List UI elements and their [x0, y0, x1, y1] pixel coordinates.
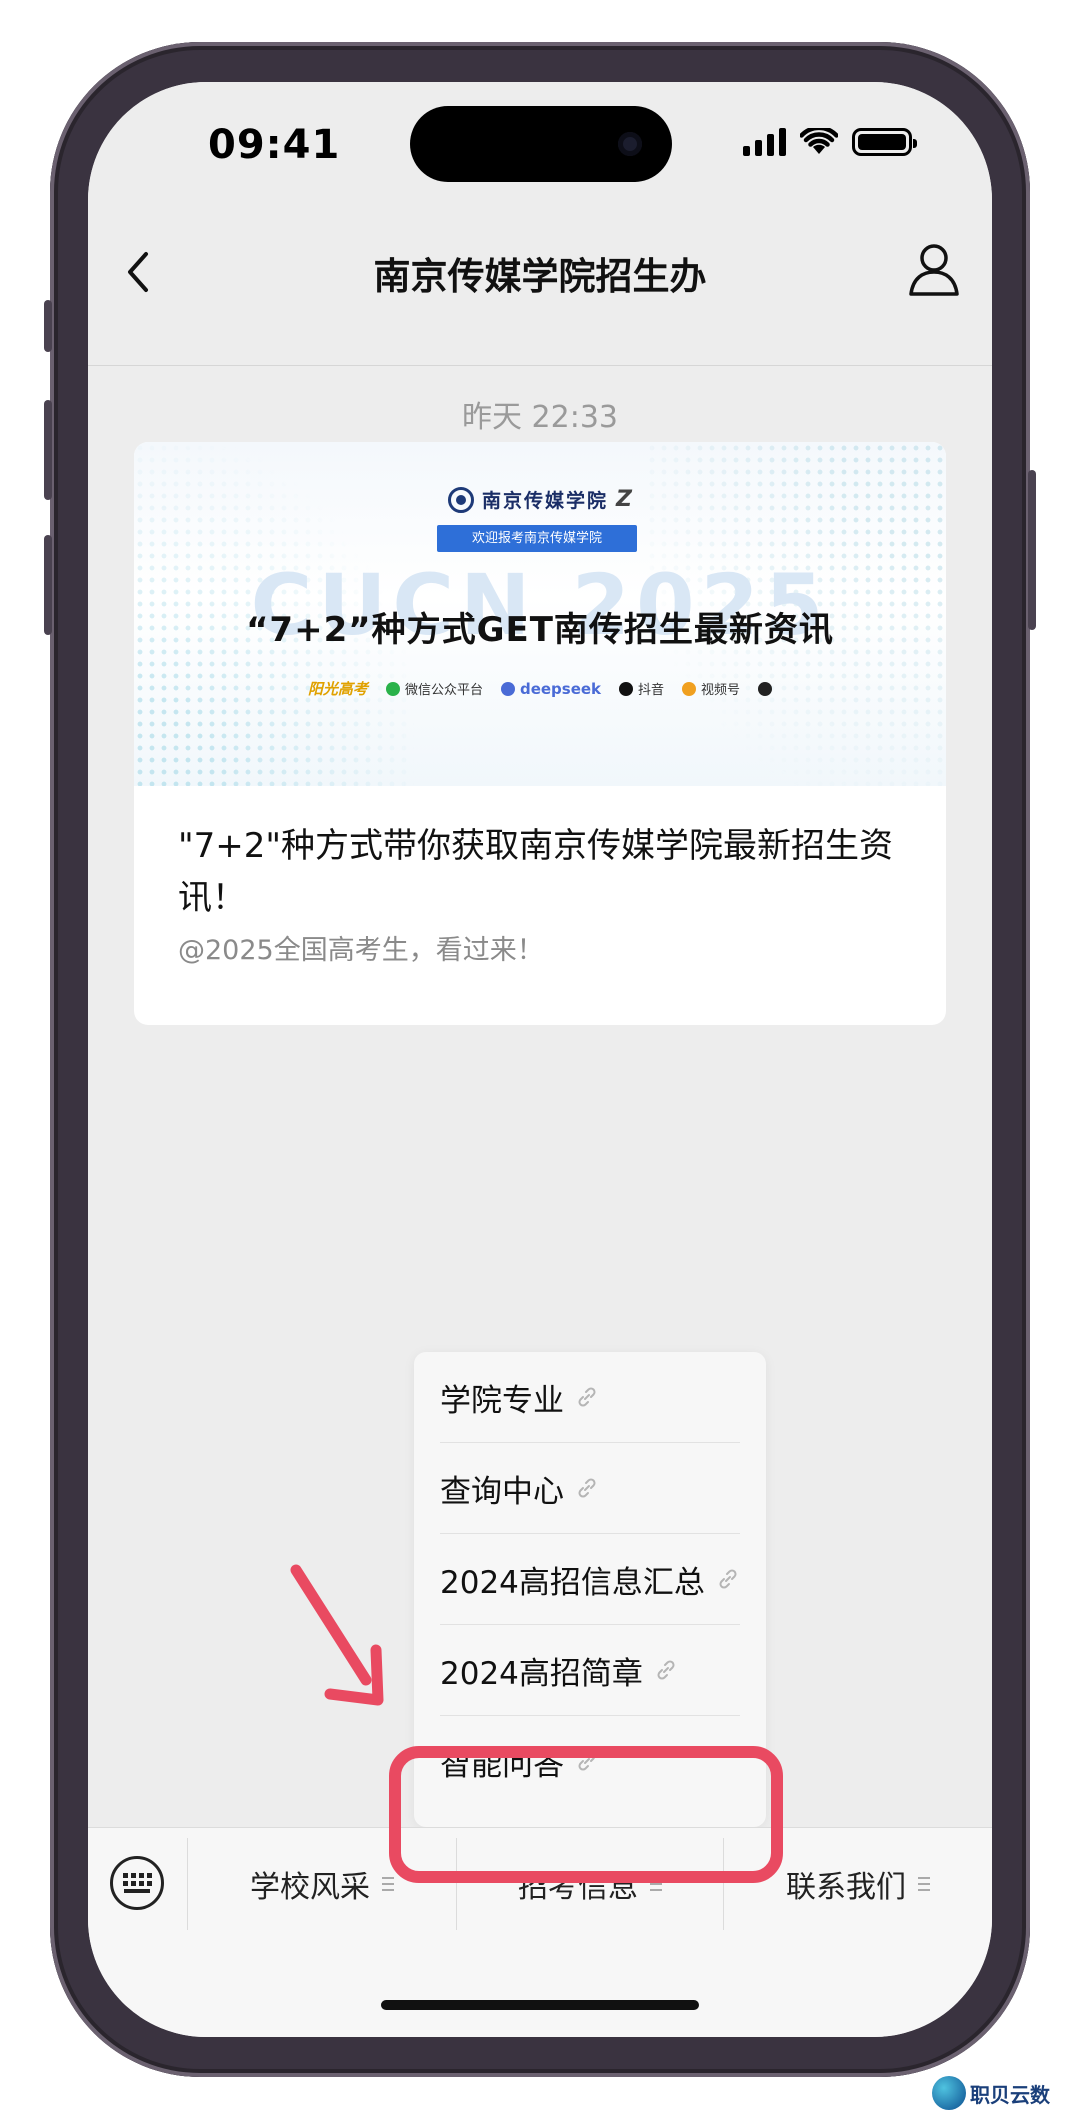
qq-penguin-icon	[758, 681, 773, 696]
pointer-arrow-icon	[290, 1564, 384, 1706]
article-card[interactable]: 南京传媒学院 Z 欢迎报考南京传媒学院 CUCN 2025 “7+2”种方式GE…	[134, 442, 946, 1025]
platform-douyin: 抖音	[619, 679, 664, 698]
link-icon	[657, 1660, 675, 1680]
platform-logos: 阳光高考 微信公众平台 deepseek 抖音 视频号	[134, 678, 946, 699]
link-icon	[719, 1569, 737, 1589]
link-icon	[578, 1387, 596, 1407]
status-bar: 09:41	[88, 82, 992, 202]
message-timestamp: 昨天 22:33	[462, 400, 618, 435]
keyboard-icon	[122, 1873, 152, 1893]
menu-item-college-majors[interactable]: 学院专业	[440, 1352, 740, 1442]
platform-sunshine: 阳光高考	[307, 680, 368, 698]
menu-lines-icon	[650, 1877, 662, 1891]
nav-bar: 南京传媒学院招生办	[88, 202, 992, 366]
menu-item-admission-brochure[interactable]: 2024高招简章	[440, 1625, 740, 1715]
status-time: 09:41	[208, 122, 341, 168]
keyboard-toggle-button[interactable]	[110, 1856, 164, 1910]
platform-wechat: 微信公众平台	[385, 679, 483, 698]
wifi-icon	[800, 128, 838, 154]
watermark-logo-icon	[932, 2076, 966, 2110]
platform-qq	[758, 681, 773, 696]
platform-deepseek: deepseek	[500, 680, 601, 698]
menu-lines-icon	[918, 1877, 930, 1891]
menu-school-style[interactable]: 学校风采	[188, 1856, 456, 1912]
home-indicator[interactable]	[381, 2000, 699, 2010]
action-button	[44, 300, 52, 352]
profile-icon[interactable]	[906, 238, 962, 298]
whale-icon	[500, 681, 515, 696]
channels-icon	[682, 681, 697, 696]
volume-up-button	[44, 400, 52, 500]
page-title: 南京传媒学院招生办	[373, 255, 707, 298]
wechat-icon	[385, 681, 400, 696]
volume-down-button	[44, 535, 52, 635]
article-description: @2025全国高考生，看过来！	[178, 935, 544, 966]
douyin-icon	[619, 681, 634, 696]
menu-admission-info[interactable]: 招考信息	[457, 1856, 723, 1912]
article-title: "7+2"种方式带你获取南京传媒学院最新招生资讯！	[178, 826, 894, 918]
school-logo: 南京传媒学院 Z	[134, 486, 946, 513]
submenu-popup: 学院专业 查询中心 2024高招信息汇总 2024高招简章 智能问答	[414, 1352, 766, 1842]
battery-icon	[852, 128, 917, 156]
power-button	[1028, 470, 1036, 630]
logo-text: 南京传媒学院	[482, 490, 609, 512]
menu-item-admission-summary[interactable]: 2024高招信息汇总	[440, 1534, 740, 1624]
menu-lines-icon	[382, 1877, 394, 1891]
link-icon	[578, 1478, 596, 1498]
article-banner-image: 南京传媒学院 Z 欢迎报考南京传媒学院 CUCN 2025 “7+2”种方式GE…	[134, 442, 946, 786]
menu-item-smart-qa[interactable]: 智能问答	[440, 1716, 740, 1806]
dynamic-island	[410, 106, 672, 182]
welcome-banner: 欢迎报考南京传媒学院	[437, 525, 637, 552]
link-icon	[578, 1751, 596, 1771]
platform-channels: 视频号	[682, 679, 740, 698]
school-seal-icon	[448, 486, 475, 513]
menu-contact-us[interactable]: 联系我们	[724, 1856, 992, 1912]
status-icons	[743, 128, 917, 156]
logo-mark-icon: Z	[616, 487, 632, 512]
menu-item-query-center[interactable]: 查询中心	[440, 1443, 740, 1533]
phone-screen: 09:41 南京传媒学院招生办 昨天 22:33 南京传媒学院 Z 欢迎报考南京…	[88, 82, 992, 2037]
camera-icon	[618, 132, 642, 156]
banner-headline: “7+2”种方式GET南传招生最新资讯	[246, 610, 834, 650]
cellular-signal-icon	[743, 128, 786, 156]
watermark: 职贝云数	[932, 2076, 1050, 2110]
